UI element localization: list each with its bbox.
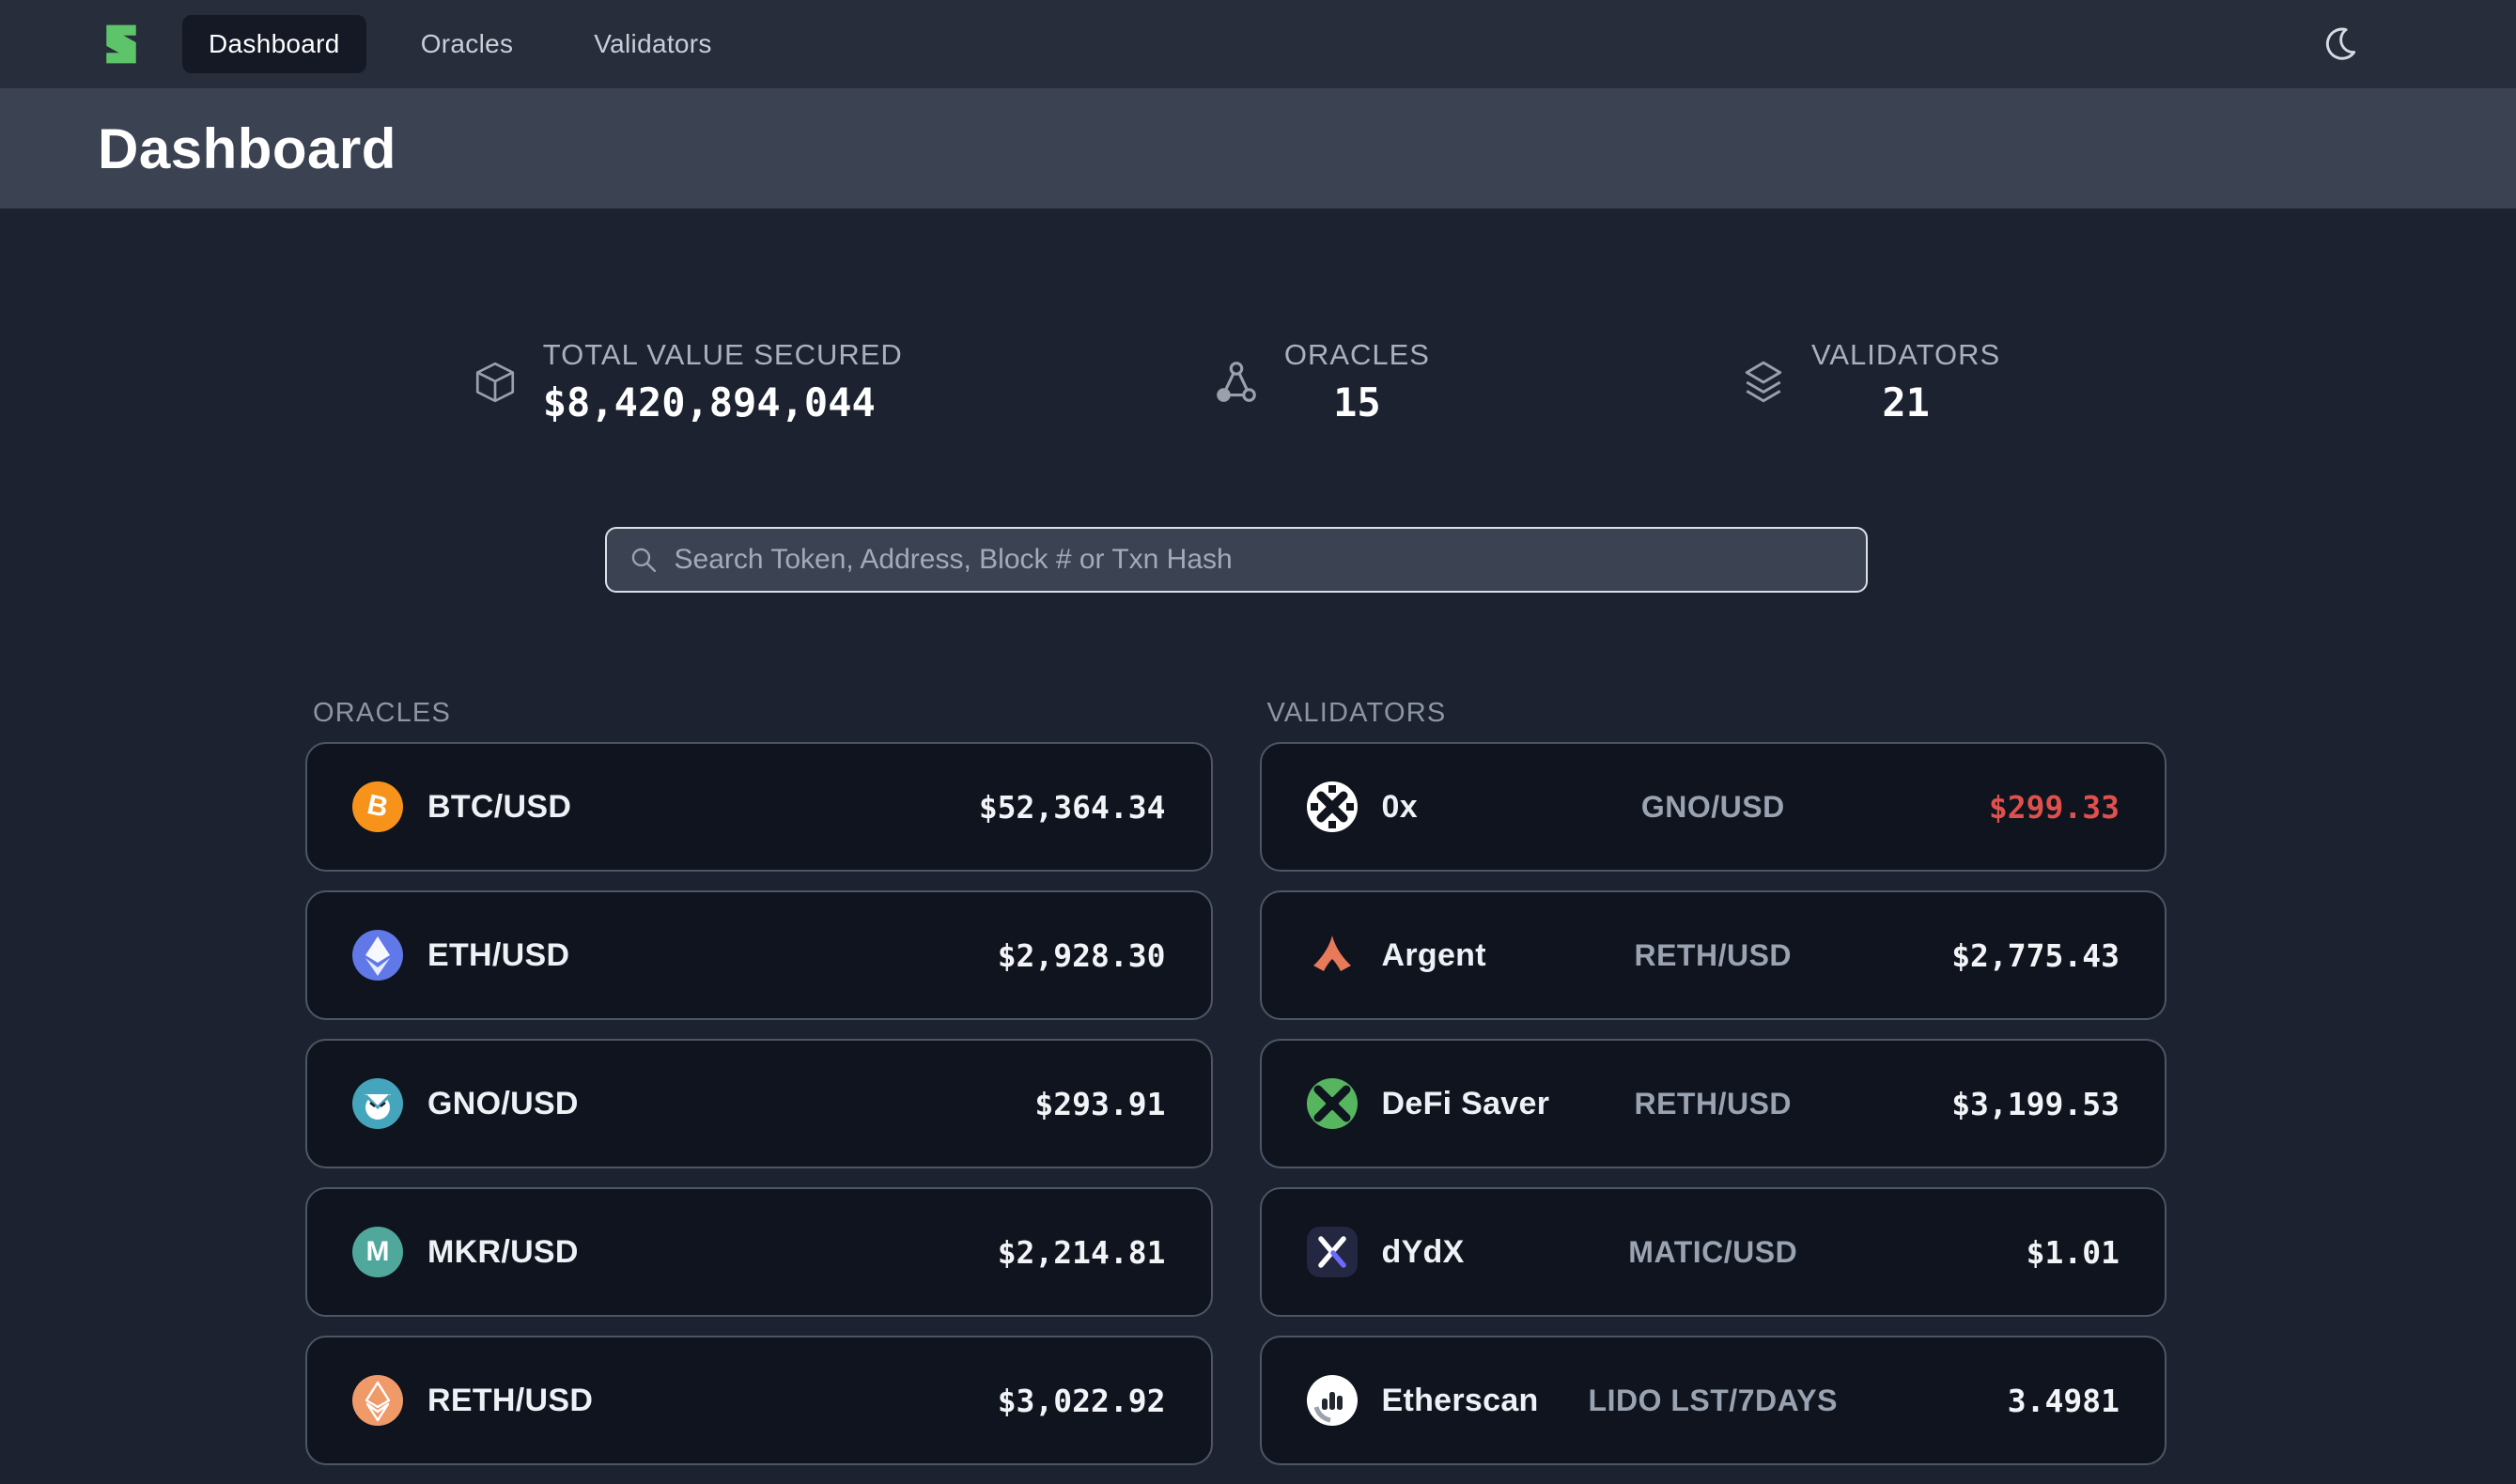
validator-label: dYdX <box>1382 1234 1465 1271</box>
stat-label: VALIDATORS <box>1811 338 2000 372</box>
oracles-section: ORACLES B BTC/USD $52,364.34 ETH/USD $2,… <box>305 698 1213 1484</box>
validator-price: $2,775.43 <box>1951 937 2120 974</box>
mkr-icon: M <box>352 1227 403 1277</box>
stats-row: TOTAL VALUE SECURED $8,420,894,044 ORACL… <box>305 338 2167 425</box>
gno-icon <box>352 1078 403 1129</box>
eth-icon <box>352 930 403 981</box>
layers-icon <box>1740 359 1787 406</box>
validator-row-argent[interactable]: Argent RETH/USD $2,775.43 <box>1260 890 2167 1020</box>
page-header: Dashboard <box>0 88 2516 209</box>
reth-icon <box>352 1375 403 1426</box>
validator-price: $1.01 <box>2027 1234 2120 1271</box>
oracle-row-reth-usd[interactable]: RETH/USD $3,022.92 <box>305 1336 1213 1465</box>
search-input[interactable] <box>675 544 1845 576</box>
app-logo <box>98 21 145 68</box>
stat-oracles: ORACLES 15 <box>1213 338 1430 425</box>
defisaver-icon <box>1307 1078 1358 1129</box>
search-icon <box>628 544 660 576</box>
oracles-section-label: ORACLES <box>313 698 1213 729</box>
feed-price: $2,214.81 <box>998 1234 1166 1271</box>
nav-item-oracles[interactable]: Oracles <box>395 15 540 73</box>
dydx-icon <box>1307 1227 1358 1277</box>
search-box[interactable] <box>605 527 1868 593</box>
stat-label: ORACLES <box>1284 338 1430 372</box>
stat-validators: VALIDATORS 21 <box>1740 338 2000 425</box>
validator-price: 3.4981 <box>2008 1383 2120 1419</box>
btc-icon: B <box>352 781 403 832</box>
network-icon <box>1213 359 1260 406</box>
zrx-icon <box>1307 781 1358 832</box>
validator-label: DeFi Saver <box>1382 1086 1550 1122</box>
feed-price: $3,022.92 <box>998 1383 1166 1419</box>
moon-icon <box>2322 23 2364 65</box>
btc-glyph: B <box>365 791 390 823</box>
stat-value: 21 <box>1811 379 2000 425</box>
feed-price: $2,928.30 <box>998 937 1166 974</box>
oracle-row-btc-usd[interactable]: B BTC/USD $52,364.34 <box>305 742 1213 872</box>
feed-price: $293.91 <box>1034 1086 1165 1122</box>
validator-label: Argent <box>1382 937 1486 974</box>
cube-icon <box>472 359 519 406</box>
oracle-row-mkr-usd[interactable]: M MKR/USD $2,214.81 <box>305 1187 1213 1317</box>
page-title: Dashboard <box>98 116 396 181</box>
validator-pair: RETH/USD <box>1634 1087 1792 1121</box>
validator-row-dydx[interactable]: dYdX MATIC/USD $1.01 <box>1260 1187 2167 1317</box>
nav-item-validators[interactable]: Validators <box>567 15 738 73</box>
feed-label: ETH/USD <box>427 937 569 974</box>
validator-pair: LIDO LST/7DAYS <box>1589 1384 1838 1418</box>
feed-label: BTC/USD <box>427 789 571 826</box>
feed-label: RETH/USD <box>427 1383 593 1419</box>
nav-item-dashboard[interactable]: Dashboard <box>182 15 366 73</box>
nav-items: Dashboard Oracles Validators <box>182 15 738 73</box>
oracle-row-eth-usd[interactable]: ETH/USD $2,928.30 <box>305 890 1213 1020</box>
validator-label: Etherscan <box>1382 1383 1539 1419</box>
stat-value: $8,420,894,044 <box>543 379 903 425</box>
mkr-glyph: M <box>366 1238 390 1266</box>
validator-pair: GNO/USD <box>1641 790 1785 825</box>
top-nav: Dashboard Oracles Validators <box>0 0 2516 88</box>
validators-section: VALIDATORS 0x GNO/USD $299.33 <box>1260 698 2167 1484</box>
feed-label: MKR/USD <box>427 1234 579 1271</box>
validator-label: 0x <box>1382 789 1418 826</box>
validator-price: $3,199.53 <box>1951 1086 2120 1122</box>
theme-toggle-button[interactable] <box>2321 22 2366 67</box>
argent-icon <box>1307 930 1358 981</box>
validator-row-etherscan[interactable]: Etherscan LIDO LST/7DAYS 3.4981 <box>1260 1336 2167 1465</box>
feed-label: GNO/USD <box>427 1086 579 1122</box>
validator-pair: RETH/USD <box>1634 938 1792 973</box>
feed-price: $52,364.34 <box>979 789 1166 826</box>
stat-value: 15 <box>1284 379 1430 425</box>
validator-row-defi-saver[interactable]: DeFi Saver RETH/USD $3,199.53 <box>1260 1039 2167 1168</box>
validator-pair: MATIC/USD <box>1628 1235 1797 1270</box>
validator-row-0x[interactable]: 0x GNO/USD $299.33 <box>1260 742 2167 872</box>
stat-label: TOTAL VALUE SECURED <box>543 338 903 372</box>
validators-section-label: VALIDATORS <box>1267 698 2167 729</box>
validator-price: $299.33 <box>1989 789 2120 826</box>
main-content: TOTAL VALUE SECURED $8,420,894,044 ORACL… <box>305 338 2167 1484</box>
oracle-row-gno-usd[interactable]: GNO/USD $293.91 <box>305 1039 1213 1168</box>
etherscan-icon <box>1307 1375 1358 1426</box>
stat-total-value-secured: TOTAL VALUE SECURED $8,420,894,044 <box>472 338 903 425</box>
